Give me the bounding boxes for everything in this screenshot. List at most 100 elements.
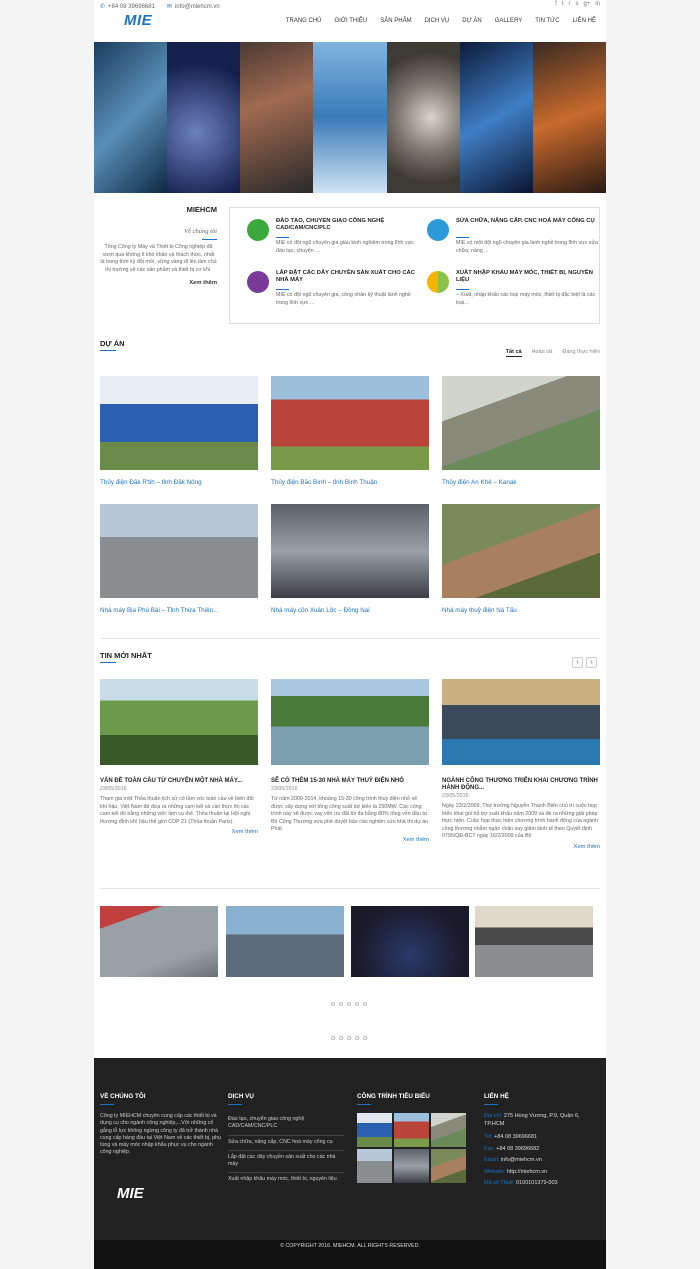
project-image[interactable]: [442, 376, 600, 470]
service-desc: MIE có đội ngũ chuyên gia, công nhân kỹ …: [276, 292, 411, 306]
news-headline[interactable]: VẤN ĐỀ TOÀN CẦU TỪ CHUYỆN MỘT NHÀ MÁY...: [100, 778, 258, 785]
news-image[interactable]: [442, 679, 600, 765]
footer-service-link[interactable]: Đào tạo, chuyển giao công nghệ CAD/CAM/C…: [228, 1113, 344, 1136]
project-image[interactable]: [271, 504, 429, 598]
service-desc: MIE có một đội ngũ chuyên gia lành nghề …: [456, 240, 598, 254]
gallery-image[interactable]: [475, 906, 593, 977]
contact-bar: ✆ +84 08 39696681 ✉ info@miehcm.vn: [100, 1, 220, 11]
nav-item-home[interactable]: TRANG CHỦ: [286, 18, 322, 24]
footer-logo[interactable]: MIE: [117, 1185, 144, 1202]
project-card[interactable]: Nhà máy Bia Phú Bài – Tỉnh Thừa Thiên...: [100, 504, 258, 614]
news-excerpt: Tham gia một Thỏa thuận lịch sử có tầm v…: [100, 796, 254, 825]
works-thumbnail[interactable]: [357, 1113, 392, 1147]
news-card[interactable]: SẼ CÓ THÊM 15-30 NHÀ MÁY THUỶ ĐIỆN NHỎ 2…: [271, 679, 429, 843]
rss-icon[interactable]: r: [568, 1, 570, 7]
pager-dot[interactable]: [347, 1036, 351, 1040]
footer-service-link[interactable]: Lắp đặt các dây chuyền sản xuất cho các …: [228, 1151, 344, 1174]
pager-dot[interactable]: [355, 1036, 359, 1040]
nav-item-news[interactable]: TIN TỨC: [535, 18, 559, 24]
google-plus-icon[interactable]: g+: [583, 1, 590, 7]
project-caption[interactable]: Nhà máy thuỷ điện Nà Tấu: [442, 607, 600, 614]
project-caption[interactable]: Thủy điện Đắk R'tih – tỉnh Đắk Nông: [100, 479, 258, 486]
news-card[interactable]: NGÀNH CÔNG THƯƠNG TRIỂN KHAI CHƯƠNG TRÌN…: [442, 679, 600, 850]
gallery-image[interactable]: [226, 906, 344, 977]
nav-item-projects[interactable]: DỰ ÁN: [462, 18, 481, 24]
project-card[interactable]: Nhà máy cồn Xuân Lộc – Đồng Nai: [271, 504, 429, 614]
project-card[interactable]: Thủy điện Đắk R'tih – tỉnh Đắk Nông: [100, 376, 258, 486]
project-caption[interactable]: Thủy điện Bắc Bình – tỉnh Bình Thuận: [271, 479, 429, 486]
pager-dot[interactable]: [363, 1002, 367, 1006]
works-thumbnail[interactable]: [394, 1113, 429, 1147]
news-image[interactable]: [100, 679, 258, 765]
news-headline[interactable]: NGÀNH CÔNG THƯƠNG TRIỂN KHAI CHƯƠNG TRÌN…: [442, 778, 600, 792]
pager-dot[interactable]: [363, 1036, 367, 1040]
pager-dot[interactable]: [339, 1002, 343, 1006]
project-caption[interactable]: Thủy điện An Khê – Kanak: [442, 479, 600, 486]
project-caption[interactable]: Nhà máy Bia Phú Bài – Tỉnh Thừa Thiên...: [100, 607, 258, 614]
contact-tel: Tel: +84 08 39696681: [484, 1132, 600, 1144]
gallery-image[interactable]: [100, 906, 218, 977]
chevron-left-icon[interactable]: ‹: [572, 657, 583, 668]
hero-lab-glass-image: [167, 42, 241, 193]
works-thumbnail[interactable]: [357, 1149, 392, 1183]
chevron-right-icon[interactable]: ›: [586, 657, 597, 668]
project-image[interactable]: [271, 376, 429, 470]
pager-dot[interactable]: [331, 1002, 335, 1006]
pager-dot[interactable]: [355, 1002, 359, 1006]
facebook-icon[interactable]: f: [555, 1, 557, 7]
social-links: f t r s g+ in: [555, 1, 600, 7]
service-desc: – Xuất, nhập khẩu các loại máy móc, thiế…: [456, 292, 596, 306]
project-card[interactable]: Thủy điện An Khê – Kanak: [442, 376, 600, 486]
nav-item-products[interactable]: SẢN PHẨM: [380, 18, 411, 24]
project-caption[interactable]: Nhà máy cồn Xuân Lộc – Đồng Nai: [271, 607, 429, 614]
footer-service-link[interactable]: Xuất nhập khẩu máy móc, thiết bị, nguyên…: [228, 1173, 344, 1187]
works-thumbnail[interactable]: [431, 1113, 466, 1147]
contact-value[interactable]: +84 08 39696681: [494, 1134, 537, 1140]
news-read-more-link[interactable]: Xem thêm: [271, 837, 429, 843]
filter-all[interactable]: Tất cả: [505, 349, 522, 357]
twitter-icon[interactable]: t: [562, 1, 564, 7]
projects-underline: [100, 350, 116, 351]
about-read-more-link[interactable]: Xem thêm: [100, 280, 217, 286]
news-image[interactable]: [271, 679, 429, 765]
news-card[interactable]: VẤN ĐỀ TOÀN CẦU TỪ CHUYỆN MỘT NHÀ MÁY...…: [100, 679, 258, 835]
project-card[interactable]: Thủy điện Bắc Bình – tỉnh Bình Thuận: [271, 376, 429, 486]
news-read-more-link[interactable]: Xem thêm: [442, 844, 600, 850]
project-card[interactable]: Nhà máy thuỷ điện Nà Tấu: [442, 504, 600, 614]
services-box: ĐÀO TẠO, CHUYỂN GIAO CÔNG NGHỆ CAD/CAM/C…: [229, 207, 600, 324]
pager-dot[interactable]: [331, 1036, 335, 1040]
nav-item-gallery[interactable]: GALLERY: [495, 18, 523, 24]
contact-value: 0100101379-003: [516, 1180, 558, 1186]
nav-item-services[interactable]: DỊCH VỤ: [425, 18, 450, 24]
news-headline[interactable]: SẼ CÓ THÊM 15-30 NHÀ MÁY THUỶ ĐIỆN NHỎ: [271, 778, 429, 785]
contact-address: Địa chỉ: 275 Hùng Vương, P.9, Quận 6, TP…: [484, 1113, 600, 1128]
site-logo[interactable]: MIE: [124, 12, 152, 29]
works-thumbnail[interactable]: [431, 1149, 466, 1183]
project-image[interactable]: [442, 504, 600, 598]
linkedin-icon[interactable]: in: [595, 1, 600, 7]
nav-item-about[interactable]: GIỚI THIỆU: [335, 18, 368, 24]
copyright-text: © COPYRIGHT 2016. MIEHCM. ALL RIGHTS RES…: [280, 1243, 420, 1249]
pager-dot[interactable]: [347, 1002, 351, 1006]
project-image[interactable]: [100, 504, 258, 598]
partner-pager: [331, 1036, 367, 1040]
contact-email: Email: info@miehcm.vn: [484, 1155, 600, 1167]
footer-underline: [228, 1104, 242, 1105]
contact-value[interactable]: info@miehcm.vn: [501, 1157, 542, 1163]
email-contact[interactable]: ✉ info@miehcm.vn: [167, 3, 220, 10]
filter-in-progress[interactable]: Đang thực hiện: [562, 349, 600, 357]
footer-service-link[interactable]: Sửa chữa, nâng cấp, CNC hoá máy công cụ: [228, 1136, 344, 1151]
filter-completed[interactable]: Hoàn tất: [532, 349, 553, 357]
contact-tax: Mã số Thuế: 0100101379-003: [484, 1178, 600, 1190]
pager-dot[interactable]: [339, 1036, 343, 1040]
project-image[interactable]: [100, 376, 258, 470]
email-text: info@miehcm.vn: [174, 3, 220, 10]
works-thumbnail[interactable]: [394, 1149, 429, 1183]
contact-value[interactable]: http://miehcm.vn: [507, 1169, 547, 1175]
news-carousel-controls: ‹ ›: [572, 657, 597, 668]
phone-contact[interactable]: ✆ +84 08 39696681: [100, 3, 155, 10]
gallery-image[interactable]: [351, 906, 469, 977]
news-read-more-link[interactable]: Xem thêm: [100, 829, 258, 835]
skype-icon[interactable]: s: [575, 1, 578, 7]
nav-item-contact[interactable]: LIÊN HỆ: [573, 18, 596, 24]
